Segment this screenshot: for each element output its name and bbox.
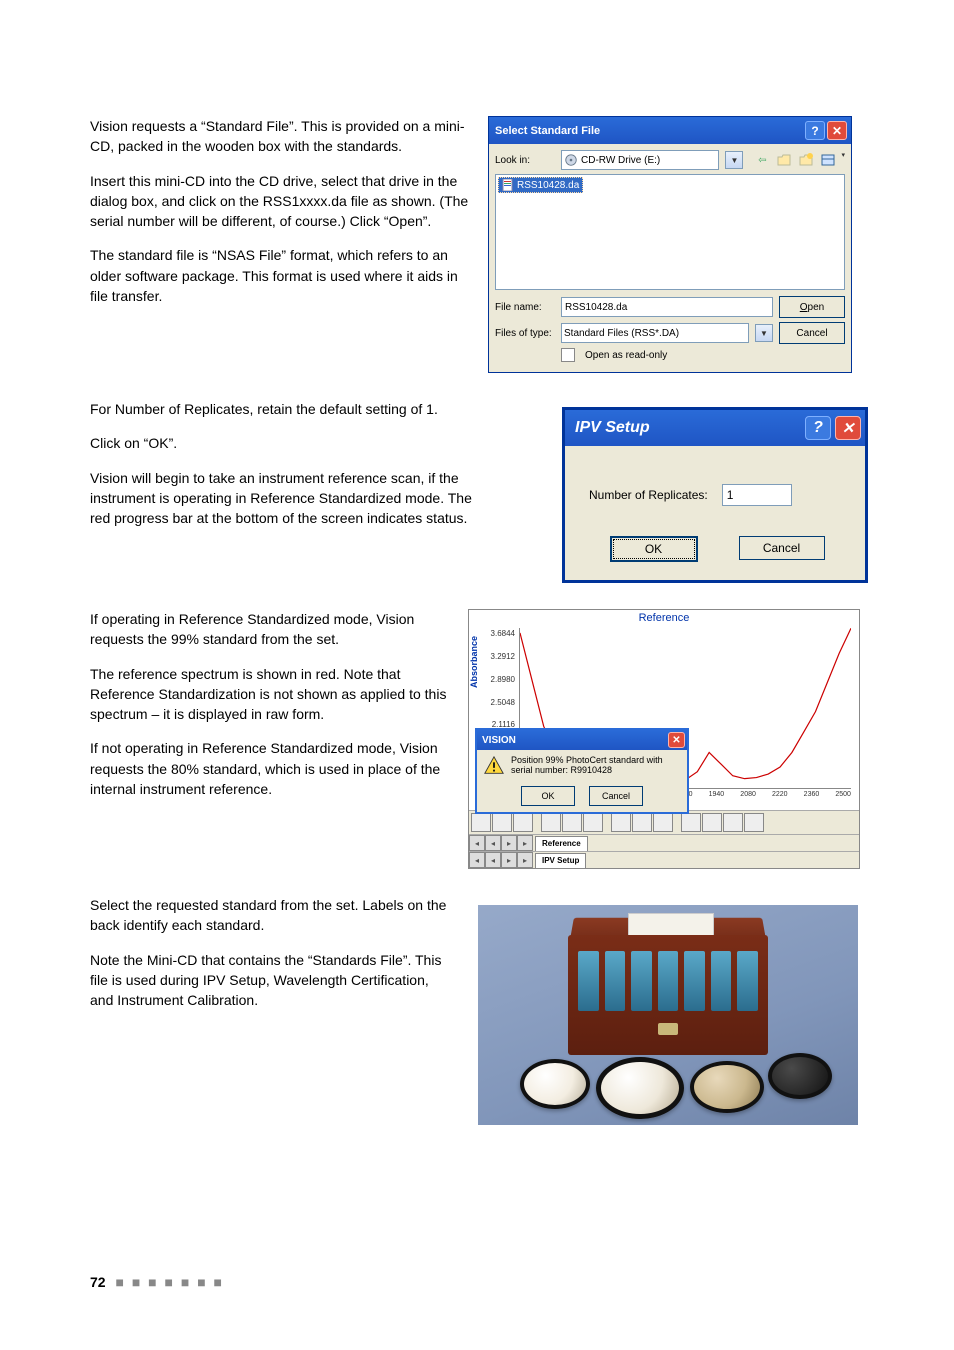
help-icon[interactable]: ? <box>805 416 831 440</box>
body-text: Insert this mini-CD into the CD drive, s… <box>90 171 470 232</box>
file-icon <box>502 179 514 191</box>
open-button[interactable]: Open <box>779 296 845 318</box>
replicates-input[interactable]: 1 <box>722 484 792 506</box>
message-text: Position 99% PhotoCert standard with ser… <box>511 755 681 775</box>
standards-kit-photo <box>478 905 858 1125</box>
toolbar-button[interactable] <box>492 813 512 832</box>
body-text: Vision will begin to take an instrument … <box>90 468 494 529</box>
toolbar-button[interactable] <box>513 813 533 832</box>
select-standard-file-dialog: Select Standard File ? ✕ Look in: CD-RW … <box>488 116 852 373</box>
file-item-selected[interactable]: RSS10428.da <box>498 177 583 193</box>
toolbar-button[interactable] <box>702 813 722 832</box>
tab-nav[interactable]: ◂◂▸▸ <box>469 835 533 851</box>
tab-ipv-setup[interactable]: IPV Setup <box>535 853 586 868</box>
toolbar-button[interactable] <box>611 813 631 832</box>
dialog-title: IPV Setup <box>575 419 801 437</box>
filename-label: File name: <box>495 302 555 313</box>
toolbar-button[interactable] <box>744 813 764 832</box>
lookin-label: Look in: <box>495 155 555 166</box>
body-text: If not operating in Reference Standardiz… <box>90 738 450 799</box>
views-dropdown-icon[interactable]: ▾ <box>841 151 845 169</box>
help-icon[interactable]: ? <box>805 121 825 140</box>
cd-drive-icon <box>564 153 578 167</box>
tab-reference[interactable]: Reference <box>535 836 588 851</box>
back-icon[interactable]: ⇦ <box>753 151 771 169</box>
ipv-setup-dialog: IPV Setup ? ✕ Number of Replicates: 1 OK… <box>562 407 868 583</box>
ok-button[interactable]: OK <box>610 536 698 562</box>
new-folder-icon[interactable] <box>797 151 815 169</box>
dialog-title: Select Standard File <box>495 125 803 137</box>
body-text: The standard file is “NSAS File” format,… <box>90 245 470 306</box>
toolbar-button[interactable] <box>541 813 561 832</box>
toolbar-button[interactable] <box>681 813 701 832</box>
warning-icon <box>483 755 505 777</box>
dropdown-arrow-icon[interactable]: ▼ <box>725 151 743 169</box>
lookin-dropdown[interactable]: CD-RW Drive (E:) <box>561 150 719 170</box>
body-text: Select the requested standard from the s… <box>90 895 450 936</box>
body-text: If operating in Reference Standardized m… <box>90 609 450 650</box>
page-footer: 72 ■ ■ ■ ■ ■ ■ ■ <box>90 1274 224 1290</box>
toolbar-button[interactable] <box>723 813 743 832</box>
dialog-title: VISION <box>482 735 666 746</box>
toolbar-button[interactable] <box>583 813 603 832</box>
reference-chart-panel: Reference Absorbance 3.68443.29122.89802… <box>468 609 860 869</box>
readonly-label: Open as read-only <box>585 350 667 361</box>
footer-dots-icon: ■ ■ ■ ■ ■ ■ ■ <box>115 1274 224 1290</box>
cancel-button[interactable]: Cancel <box>779 322 845 344</box>
lookin-value: CD-RW Drive (E:) <box>581 155 660 166</box>
body-text: The reference spectrum is shown in red. … <box>90 664 450 725</box>
toolbar-button[interactable] <box>562 813 582 832</box>
cancel-button[interactable]: Cancel <box>589 786 643 806</box>
filename-input[interactable]: RSS10428.da <box>561 297 773 317</box>
up-folder-icon[interactable] <box>775 151 793 169</box>
readonly-checkbox[interactable] <box>561 348 575 362</box>
body-text: Vision requests a “Standard File”. This … <box>90 116 470 157</box>
toolbar-button[interactable] <box>653 813 673 832</box>
close-icon[interactable]: ✕ <box>835 416 861 440</box>
views-icon[interactable] <box>819 151 837 169</box>
dropdown-arrow-icon[interactable]: ▼ <box>755 324 773 342</box>
body-text: Click on “OK”. <box>90 433 494 453</box>
cancel-button[interactable]: Cancel <box>739 536 825 560</box>
filetype-label: Files of type: <box>495 328 555 339</box>
toolbar-button[interactable] <box>632 813 652 832</box>
vision-message-dialog: VISION ✕ Position 99% PhotoCert standard… <box>475 728 689 814</box>
close-icon[interactable]: ✕ <box>827 121 847 140</box>
filetype-dropdown[interactable]: Standard Files (RSS*.DA) <box>561 323 749 343</box>
page-number: 72 <box>90 1274 106 1290</box>
close-icon[interactable]: ✕ <box>668 732 685 748</box>
replicates-label: Number of Replicates: <box>589 488 708 502</box>
toolbar-button[interactable] <box>471 813 491 832</box>
body-text: For Number of Replicates, retain the def… <box>90 399 494 419</box>
tab-nav[interactable]: ◂◂▸▸ <box>469 852 533 868</box>
body-text: Note the Mini-CD that contains the “Stan… <box>90 950 450 1011</box>
chart-title: Reference <box>469 610 859 626</box>
file-list[interactable]: RSS10428.da <box>495 174 845 290</box>
ok-button[interactable]: OK <box>521 786 575 806</box>
